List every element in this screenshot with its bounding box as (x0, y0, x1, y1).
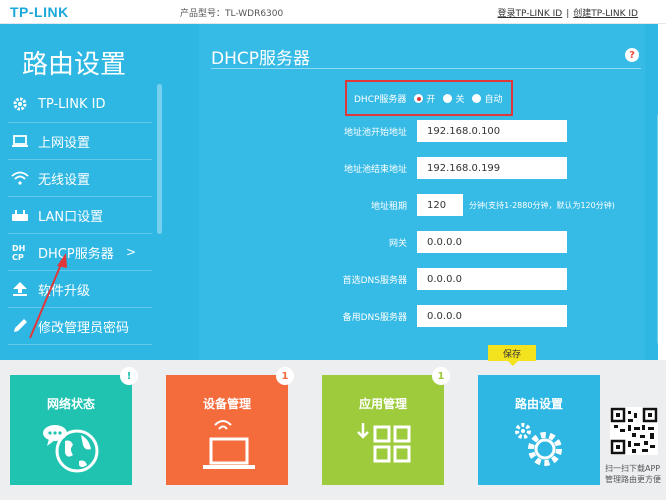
pool-end-input[interactable] (417, 157, 567, 179)
svg-text:CP: CP (12, 253, 24, 261)
primary-dns-label: 首选DNS服务器 (342, 276, 407, 286)
sidebar-item-label: 软件升级 (38, 283, 91, 299)
tile-label: 网络状态 (46, 397, 95, 411)
gateway-row: 网关 (199, 231, 645, 253)
radio-unselected-icon (443, 94, 453, 103)
pool-start-input[interactable] (417, 120, 567, 142)
tile-label: 应用管理 (358, 397, 407, 411)
secondary-dns-row: 备用DNS服务器 (199, 305, 645, 327)
sidebar-item-label: DHCP服务器 (38, 246, 114, 262)
sidebar-title: 路由设置 (22, 50, 127, 80)
sidebar-item-label: LAN口设置 (38, 209, 104, 225)
tile-label: 设备管理 (202, 397, 251, 411)
upgrade-icon (10, 279, 30, 299)
tile-app-management[interactable]: 应用管理 1 (322, 367, 450, 485)
primary-dns-input[interactable] (417, 268, 567, 290)
dhcp-auto-radio[interactable]: 自动 (472, 92, 502, 105)
chevron-right-icon: > (125, 245, 136, 259)
sidebar-item-label: 上网设置 (38, 135, 91, 151)
router-icon (10, 205, 30, 225)
alert-badge: ! (120, 367, 138, 385)
tile-network-status[interactable]: 网络状态 ! (10, 367, 138, 485)
sidebar-item-lan[interactable]: LAN口设置 (8, 197, 152, 234)
lease-time-input[interactable] (417, 194, 463, 216)
dhcp-icon: DH CP (10, 242, 30, 262)
dhcp-mode-label: DHCP服务器 (354, 95, 407, 105)
count-badge: 1 (432, 367, 450, 385)
product-model: 产品型号：TL-WDR6300 (180, 9, 284, 19)
sidebar-item-dhcp[interactable]: DH CP DHCP服务器 > (8, 234, 152, 271)
sidebar-item-label: TP-LINK ID (38, 96, 106, 112)
sidebar-item-wireless[interactable]: 无线设置 (8, 160, 152, 197)
sidebar-item-label: 无线设置 (38, 172, 91, 188)
sidebar-item-upgrade[interactable]: 软件升级 (8, 271, 152, 308)
qr-code-image (610, 407, 658, 455)
sidebar-item-label: 修改管理员密码 (38, 320, 130, 336)
help-icon[interactable]: ? (625, 48, 639, 62)
dhcp-settings-panel: DHCP服务器 ? DHCP服务器 开 关 自动 地址池开始地址 地址池结束地址… (199, 24, 645, 360)
create-tplink-id-link[interactable]: 创建TP-LINK ID (573, 9, 638, 19)
gateway-input[interactable] (417, 231, 567, 253)
top-header: TP-LINK 产品型号：TL-WDR6300 登录TP-LINK ID | 创建T… (0, 0, 666, 24)
main-panel: DHCP服务器 ? DHCP服务器 开 关 自动 地址池开始地址 地址池结束地址… (165, 24, 661, 360)
gears-icon (478, 419, 600, 475)
sidebar: 路由设置 TP-LINK ID 上网设置 无线设置 LAN口设置 DH CP D… (0, 24, 165, 360)
tile-device-management[interactable]: 设备管理 1 (166, 367, 294, 485)
secondary-dns-label: 备用DNS服务器 (342, 313, 407, 323)
pencil-icon (10, 316, 30, 336)
tile-label: 路由设置 (514, 397, 563, 411)
pool-start-label: 地址池开始地址 (343, 128, 407, 138)
radio-label: 自动 (484, 95, 503, 105)
link-separator: | (566, 9, 570, 19)
dhcp-off-radio[interactable]: 关 (443, 92, 464, 105)
sidebar-item-internet[interactable]: 上网设置 (8, 123, 152, 160)
laptop-icon (10, 131, 30, 151)
gateway-label: 网关 (388, 239, 407, 249)
gear-icon (10, 94, 30, 114)
lease-time-hint: 分钟(支持1-2880分钟，默认为120分钟) (469, 201, 615, 210)
globe-icon (10, 419, 132, 475)
pool-start-row: 地址池开始地址 (199, 120, 645, 142)
dhcp-mode-radio-group: DHCP服务器 开 关 自动 (354, 92, 510, 105)
apps-grid-icon (322, 419, 444, 475)
save-button[interactable]: 保存 (488, 345, 536, 366)
app-promo-line1: 扫一扫下载APP (605, 464, 661, 473)
sidebar-nav: TP-LINK ID 上网设置 无线设置 LAN口设置 DH CP DHCP服务器 (0, 86, 160, 345)
sidebar-item-password[interactable]: 修改管理员密码 (8, 308, 152, 345)
laptop-wifi-icon (166, 419, 288, 475)
section-title: DHCP服务器 (211, 49, 310, 69)
wifi-icon (10, 168, 30, 188)
sidebar-item-tplink-id[interactable]: TP-LINK ID (8, 86, 152, 123)
tplink-logo: TP-LINK (10, 4, 69, 20)
radio-label: 开 (426, 95, 436, 105)
dhcp-on-radio[interactable]: 开 (414, 92, 435, 105)
tile-router-settings[interactable]: 路由设置 (478, 375, 600, 485)
svg-text:DH: DH (12, 244, 25, 253)
app-download-text: 扫一扫下载APP 管理路由更方便 (605, 463, 665, 485)
title-divider (211, 68, 641, 69)
primary-dns-row: 首选DNS服务器 (199, 268, 645, 290)
app-promo-line2: 管理路由更方便 (605, 475, 661, 484)
main-scrollbar[interactable] (657, 114, 661, 344)
count-badge: 1 (276, 367, 294, 385)
account-links: 登录TP-LINK ID | 创建TP-LINK ID (497, 6, 638, 19)
lease-time-row: 地址租期 分钟(支持1-2880分钟，默认为120分钟) (199, 194, 645, 216)
secondary-dns-input[interactable] (417, 305, 567, 327)
radio-selected-icon (414, 94, 424, 103)
login-tplink-id-link[interactable]: 登录TP-LINK ID (497, 9, 562, 19)
bottom-dock: 保存 网络状态 ! 设备管理 1 应用管理 1 路由设置 扫一扫下载APP 管理… (0, 345, 666, 500)
radio-label: 关 (455, 95, 465, 105)
radio-unselected-icon (472, 94, 482, 103)
lease-time-label: 地址租期 (370, 202, 407, 212)
pool-end-row: 地址池结束地址 (199, 157, 645, 179)
pool-end-label: 地址池结束地址 (343, 165, 407, 175)
